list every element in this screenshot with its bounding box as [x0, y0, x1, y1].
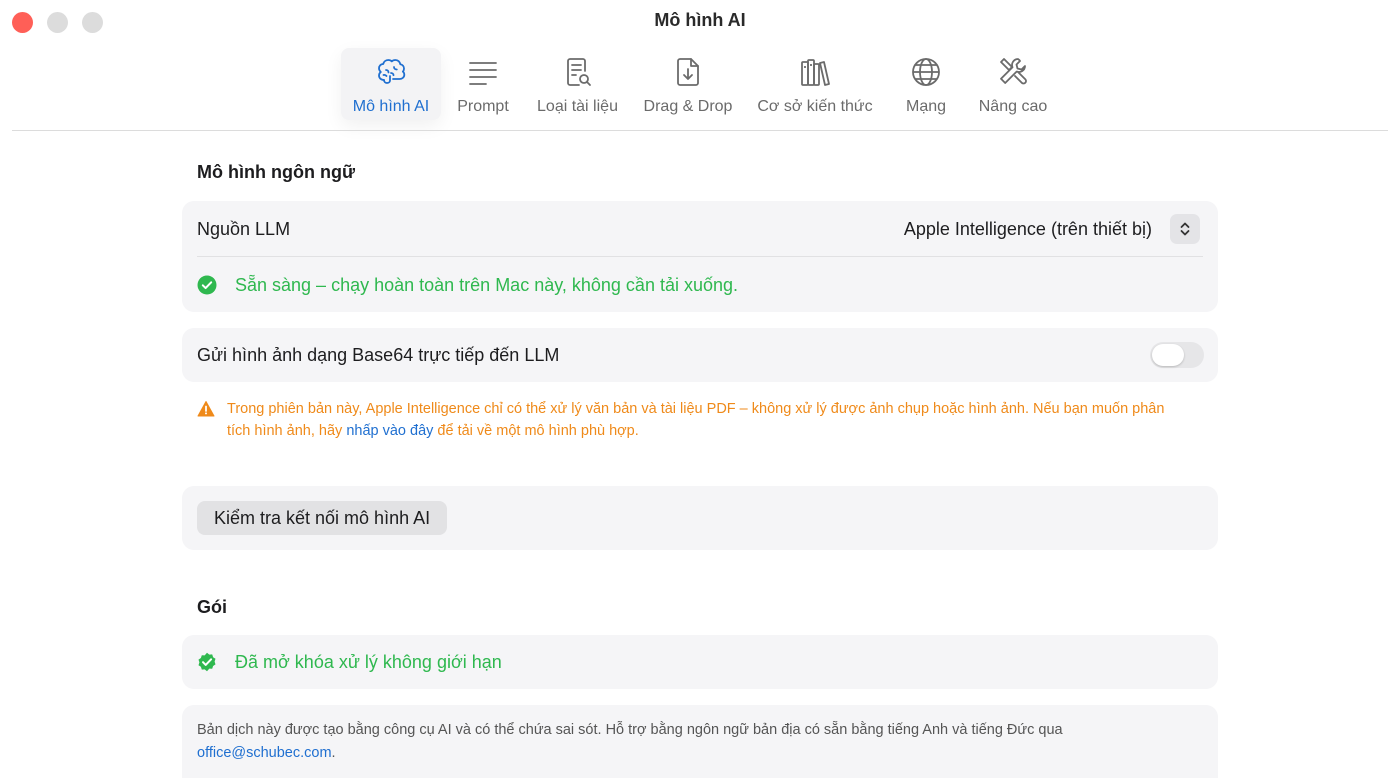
tab-ai-model[interactable]: Mô hình AI	[341, 48, 441, 120]
window-title: Mô hình AI	[654, 10, 746, 30]
package-status-row: Đã mở khóa xử lý không giới hạn	[197, 647, 1203, 677]
test-connection-card: Kiểm tra kết nối mô hình AI	[182, 486, 1218, 550]
tab-label: Prompt	[457, 98, 509, 115]
translation-notice-suffix: .	[331, 745, 336, 761]
translation-notice: Bản dịch này được tạo bằng công cụ AI và…	[197, 719, 1197, 765]
tab-knowledge-base[interactable]: Cơ sở kiến thức	[752, 48, 878, 120]
translation-notice-text: Bản dịch này được tạo bằng công cụ AI và…	[197, 722, 1063, 738]
test-connection-button[interactable]: Kiểm tra kết nối mô hình AI	[197, 501, 448, 535]
brain-icon	[371, 52, 411, 92]
tab-label: Mô hình AI	[352, 98, 430, 115]
tools-icon	[993, 52, 1033, 92]
tab-label: Loại tài liệu	[537, 98, 618, 115]
toolbar-divider	[12, 130, 1388, 131]
warning-text: Trong phiên bản này, Apple Intelligence …	[227, 398, 1187, 442]
chevron-up-down-icon	[1170, 214, 1200, 244]
base64-label: Gửi hình ảnh dạng Base64 trực tiếp đến L…	[197, 344, 560, 365]
text-lines-icon	[463, 52, 503, 92]
checkmark-circle-icon	[197, 275, 217, 295]
base64-card: Gửi hình ảnh dạng Base64 trực tiếp đến L…	[182, 328, 1218, 382]
base64-toggle[interactable]	[1150, 342, 1204, 368]
warning-triangle-icon	[197, 401, 215, 417]
tab-label: Drag & Drop	[643, 98, 733, 115]
llm-source-label: Nguồn LLM	[197, 218, 291, 239]
row-separator	[197, 256, 1203, 257]
section-title-language-model: Mô hình ngôn ngữ	[197, 162, 355, 182]
llm-source-value: Apple Intelligence (trên thiết bị)	[903, 218, 1152, 239]
document-download-icon	[668, 52, 708, 92]
verified-badge-icon	[198, 652, 216, 672]
tab-network[interactable]: Mạng	[896, 48, 956, 120]
preferences-toolbar: Mô hình AI Prompt Loại tài liệu Drag & D…	[0, 48, 1400, 130]
llm-status-row: Sẵn sàng – chạy hoàn toàn trên Mac này, …	[197, 271, 1203, 299]
package-status-text: Đã mở khóa xử lý không giới hạn	[235, 651, 502, 672]
llm-source-card: Nguồn LLM Apple Intelligence (trên thiết…	[182, 201, 1218, 312]
tab-label: Mạng	[905, 98, 947, 115]
package-card: Đã mở khóa xử lý không giới hạn	[182, 635, 1218, 689]
llm-status-text: Sẵn sàng – chạy hoàn toàn trên Mac này, …	[235, 274, 739, 295]
base64-row: Gửi hình ảnh dạng Base64 trực tiếp đến L…	[197, 340, 1203, 370]
document-search-icon	[558, 52, 598, 92]
support-email-link[interactable]: office@schubec.com	[197, 745, 332, 761]
books-icon	[795, 52, 835, 92]
tab-document-types[interactable]: Loại tài liệu	[530, 48, 625, 120]
llm-source-popup[interactable]: Apple Intelligence (trên thiết bị)	[904, 214, 1200, 244]
settings-window: Mô hình AI Mô hình AI Prompt Loại tài li…	[0, 0, 1400, 778]
warning-text-part2: để tải về một mô hình phù hợp.	[433, 423, 639, 439]
toggle-knob	[1152, 344, 1184, 366]
translation-notice-card: Bản dịch này được tạo bằng công cụ AI và…	[182, 705, 1218, 778]
section-title-package: Gói	[197, 597, 227, 617]
download-model-link[interactable]: nhấp vào đây	[346, 423, 433, 439]
tab-label: Nâng cao	[978, 98, 1048, 115]
tab-advanced[interactable]: Nâng cao	[970, 48, 1056, 120]
tab-label: Cơ sở kiến thức	[757, 98, 873, 115]
tab-drag-drop[interactable]: Drag & Drop	[638, 48, 738, 120]
tab-prompt[interactable]: Prompt	[448, 48, 518, 120]
apple-intelligence-warning: Trong phiên bản này, Apple Intelligence …	[197, 398, 1187, 442]
globe-icon	[906, 52, 946, 92]
